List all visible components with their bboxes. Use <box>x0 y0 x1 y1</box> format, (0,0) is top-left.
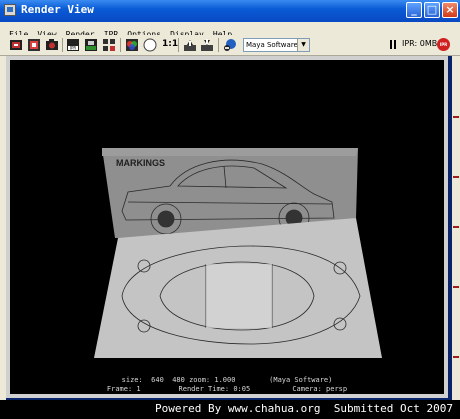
alpha-channel-icon[interactable] <box>143 38 157 52</box>
toolbar-separator <box>62 38 63 52</box>
toolbar: IPR 1:1 Maya Software ▼ IPR: 0MB IPR <box>0 35 460 56</box>
redo-previous-render-icon[interactable] <box>9 38 23 52</box>
minimize-button[interactable]: _ <box>406 2 422 18</box>
render-canvas[interactable]: MARKINGS size: 640 480 zoom: 1.000 (Maya… <box>10 60 444 394</box>
render-frame-info: Frame: 1 Render Time: 0:05 Camera: persp <box>107 385 347 393</box>
watermark-text: Powered By www.chahua.org Submitted Oct … <box>154 402 453 415</box>
snapshot-icon[interactable] <box>45 38 59 52</box>
ipr-render-icon[interactable]: IPR <box>66 38 80 52</box>
ipr-memory-status: IPR: 0MB <box>402 39 438 48</box>
render-viewport-frame: MARKINGS size: 640 480 zoom: 1.000 (Maya… <box>6 56 448 398</box>
title-bar[interactable]: Render View _ □ × <box>0 0 460 22</box>
close-button[interactable]: × <box>442 2 458 18</box>
renderer-select-value: Maya Software <box>246 41 298 49</box>
keep-image-icon[interactable] <box>102 38 116 52</box>
refresh-ipr-icon[interactable] <box>84 38 98 52</box>
toolbar-separator <box>120 38 121 52</box>
render-size-info: size: 640 480 zoom: 1.000 (Maya Software… <box>122 376 333 384</box>
app-icon[interactable] <box>4 4 16 16</box>
window-title: Render View <box>21 3 94 16</box>
ipr-badge-icon[interactable]: IPR <box>437 38 450 51</box>
svg-text:IPR: IPR <box>70 46 77 51</box>
toolbar-separator <box>218 38 219 52</box>
remove-image-icon[interactable] <box>200 38 214 52</box>
render-view-window: Render View _ □ × File View Render IPR O… <box>0 0 460 400</box>
toolbar-separator <box>178 38 179 52</box>
chevron-down-icon[interactable]: ▼ <box>297 39 309 51</box>
render-globals-icon[interactable] <box>223 38 237 52</box>
renderer-select[interactable]: Maya Software ▼ <box>243 38 310 52</box>
scene-label: MARKINGS <box>116 158 165 168</box>
right-background-strip <box>452 56 460 400</box>
render-region-icon[interactable] <box>27 38 41 52</box>
rendered-image: MARKINGS size: 640 480 zoom: 1.000 (Maya… <box>94 148 382 393</box>
real-size-button[interactable]: 1:1 <box>162 39 178 49</box>
rgb-channels-icon[interactable] <box>125 38 139 52</box>
menu-bar: File View Render IPR Options Display Hel… <box>0 22 460 39</box>
maximize-button[interactable]: □ <box>424 2 440 18</box>
keep-image-in-album-icon[interactable] <box>183 38 197 52</box>
pause-ipr-icon[interactable] <box>390 40 397 49</box>
watermark-bar: Powered By www.chahua.org Submitted Oct … <box>0 400 460 419</box>
